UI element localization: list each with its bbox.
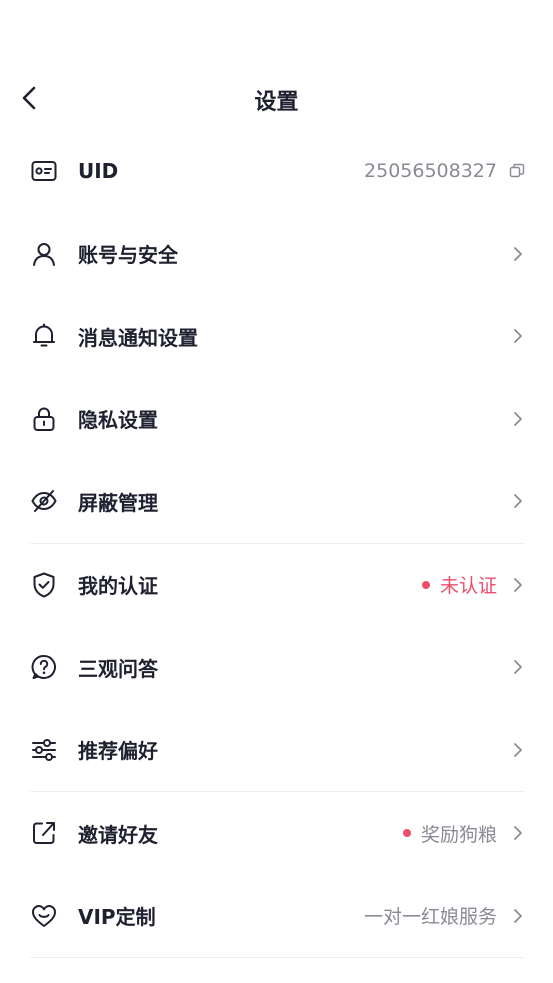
chevron-right-icon	[511, 491, 525, 511]
chevron-right-icon	[511, 906, 525, 926]
row-block-management[interactable]: 屏蔽管理	[0, 460, 553, 543]
row-recommend-preferences[interactable]: 推荐偏好	[0, 709, 553, 792]
chevron-right-icon	[511, 326, 525, 346]
row-invite-friends[interactable]: 邀请好友 奖励狗粮	[0, 792, 553, 875]
row-uid[interactable]: UID 25056508327	[0, 130, 553, 213]
row-label: 推荐偏好	[78, 739, 158, 764]
vip-description: 一对一红娘服务	[363, 906, 497, 929]
verification-status-text: 未认证	[439, 575, 497, 598]
row-my-verification[interactable]: 我的认证 未认证	[0, 544, 553, 627]
red-dot-badge	[402, 829, 411, 838]
row-label: 账号与安全	[78, 243, 178, 268]
bell-icon	[30, 322, 58, 350]
chevron-right-icon	[511, 244, 525, 264]
chevron-right-icon	[511, 409, 525, 429]
row-label: 隐私设置	[78, 408, 158, 433]
eye-off-icon	[30, 487, 58, 515]
invite-reward: 奖励狗粮	[402, 820, 497, 847]
user-icon	[30, 240, 58, 268]
row-vip-custom[interactable]: VIP定制 一对一红娘服务	[0, 875, 553, 958]
divider	[30, 957, 525, 958]
id-card-icon	[30, 157, 58, 185]
settings-list: UID 25056508327 账号与安全 消息通知设置 隐私设置 屏蔽管理 我…	[0, 130, 553, 958]
chevron-right-icon	[511, 657, 525, 677]
row-label: VIP定制	[78, 905, 156, 930]
verification-status: 未认证	[421, 571, 497, 598]
row-label: 屏蔽管理	[78, 490, 158, 515]
uid-number: 25056508327	[364, 160, 497, 183]
uid-value: 25056508327	[364, 160, 525, 182]
heart-icon	[30, 902, 58, 930]
red-dot-badge	[421, 580, 430, 589]
row-label: 邀请好友	[78, 822, 158, 847]
row-notification-settings[interactable]: 消息通知设置	[0, 295, 553, 378]
chevron-right-icon	[511, 823, 525, 843]
copy-icon[interactable]	[509, 163, 525, 179]
lock-icon	[30, 405, 58, 433]
chevron-right-icon	[511, 740, 525, 760]
share-icon	[30, 819, 58, 847]
row-values-qa[interactable]: 三观问答	[0, 626, 553, 709]
sliders-icon	[30, 736, 58, 764]
row-privacy-settings[interactable]: 隐私设置	[0, 378, 553, 461]
row-label: 我的认证	[78, 574, 158, 599]
chevron-right-icon	[511, 575, 525, 595]
question-icon	[30, 653, 58, 681]
row-label: UID	[78, 159, 119, 184]
row-account-security[interactable]: 账号与安全	[0, 213, 553, 296]
row-label: 三观问答	[78, 656, 158, 681]
invite-reward-text: 奖励狗粮	[420, 823, 497, 846]
row-label: 消息通知设置	[78, 325, 198, 350]
shield-check-icon	[30, 571, 58, 599]
header: 设置	[0, 58, 553, 138]
page-title: 设置	[254, 90, 299, 115]
